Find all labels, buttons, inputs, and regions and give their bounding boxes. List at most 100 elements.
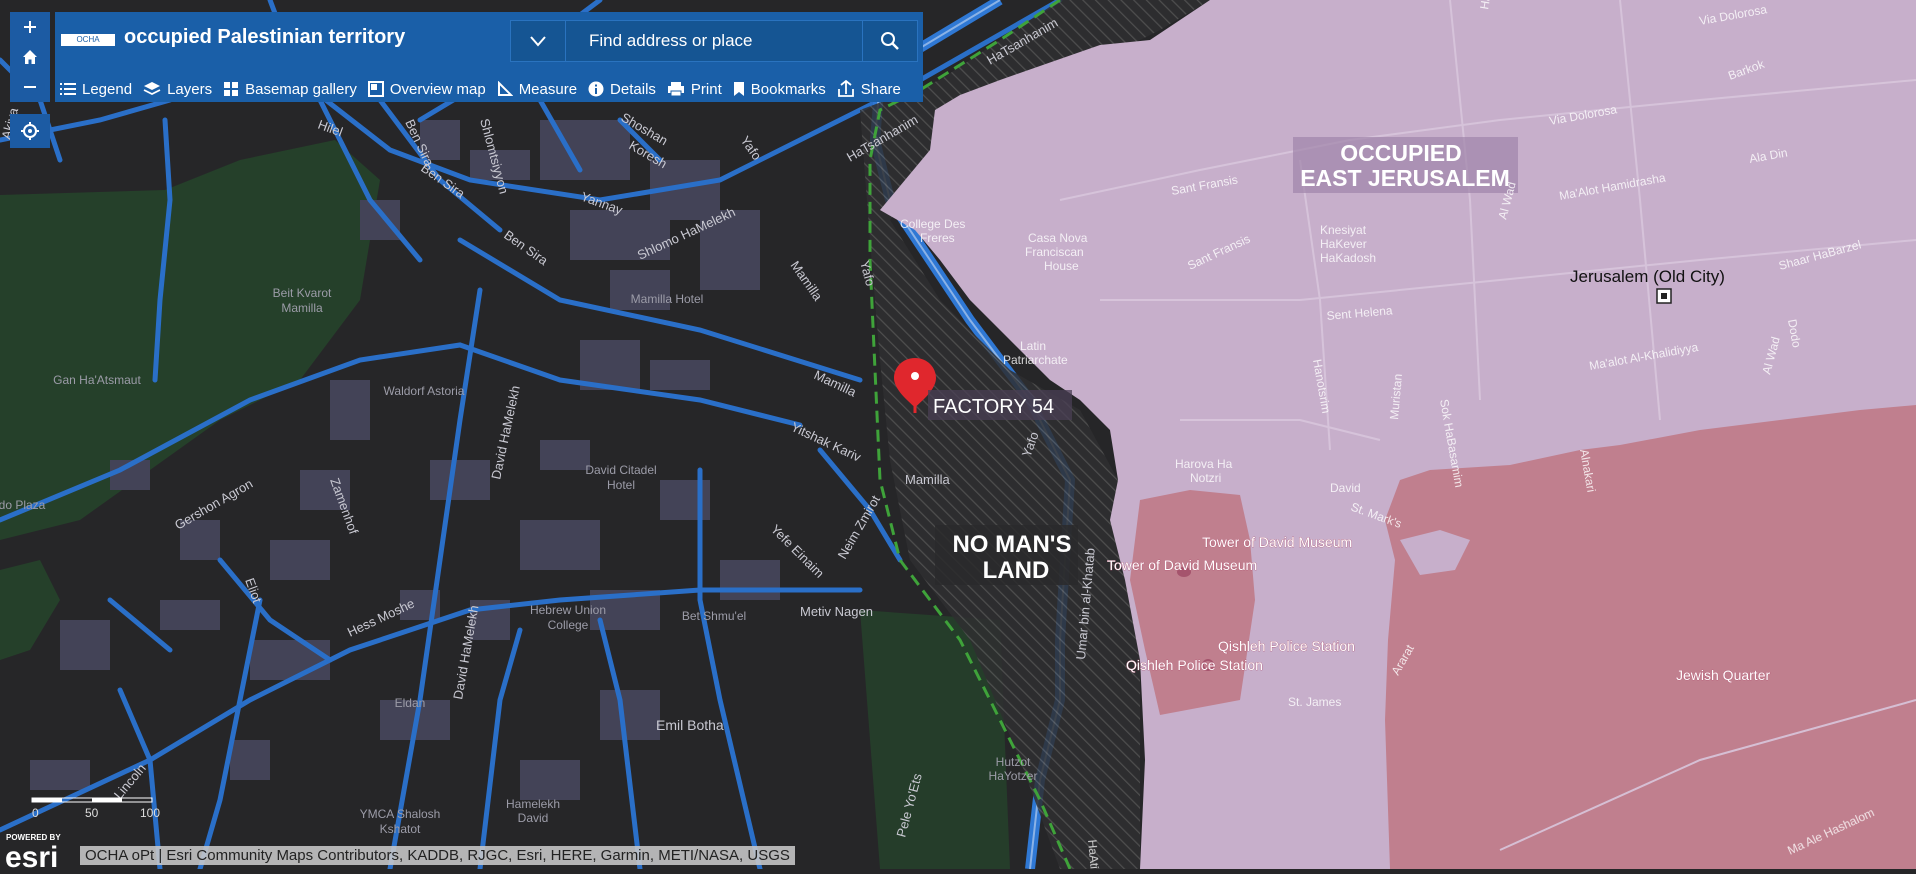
poi-label: Latin	[1020, 339, 1046, 353]
poi-label: Knesiyat	[1320, 223, 1367, 237]
home-icon	[23, 50, 37, 64]
old-city-point[interactable]	[1656, 288, 1672, 304]
qishleh-label-1: Qishleh Police Station	[1218, 638, 1355, 654]
poi-label: Hutzot	[996, 755, 1031, 769]
scale-bar: 0 50 100m	[30, 795, 170, 825]
layers-label: Layers	[167, 80, 213, 98]
legend-label: Legend	[82, 80, 133, 98]
app-title: occupied Palestinian territory	[124, 26, 406, 48]
street-label: David	[1330, 481, 1361, 495]
zoom-in-button[interactable]	[10, 12, 50, 42]
layers-button[interactable]: Layers	[143, 81, 212, 98]
scale-tick-0: 0	[32, 806, 39, 820]
legend-button[interactable]: Legend	[60, 81, 132, 98]
bookmarks-button[interactable]: Bookmarks	[733, 81, 826, 98]
poi-label: Notzri	[1190, 471, 1221, 485]
ocha-logo: OCHA	[61, 34, 115, 46]
poi-label: Hamelekh	[506, 797, 560, 811]
overview-map-button[interactable]: Overview map	[367, 80, 486, 98]
factory-label: FACTORY 54	[933, 396, 1054, 418]
print-label: Print	[690, 80, 722, 98]
esri-logo[interactable]: POWERED BY esri	[0, 829, 80, 874]
share-label: Share	[860, 80, 901, 98]
overview-map-label: Overview map	[389, 80, 486, 98]
minus-icon	[24, 86, 36, 88]
search-input[interactable]: Find address or place	[589, 31, 752, 51]
share-button[interactable]: Share	[837, 80, 901, 98]
street-label: Emil Botha	[656, 717, 724, 733]
poi-label: Eldan	[395, 696, 426, 710]
poi-label: Hotel	[607, 478, 635, 492]
bookmark-icon	[733, 82, 744, 96]
poi-label: Beit Kvarot	[273, 286, 332, 300]
poi-label: David Citadel	[585, 463, 656, 477]
basemap-gallery-button[interactable]: Basemap gallery	[223, 81, 357, 98]
esri-wordmark: esri	[5, 841, 58, 869]
basemap-gallery-label: Basemap gallery	[245, 80, 357, 98]
layers-icon	[143, 82, 161, 96]
list-icon	[60, 83, 76, 95]
occupied-label-line2: EAST JERUSALEM	[1300, 165, 1510, 191]
home-button[interactable]	[10, 42, 50, 72]
search-bar[interactable]: Find address or place	[510, 20, 918, 62]
poi-label: HaKadosh	[1320, 251, 1376, 265]
poi-label: House	[1044, 259, 1079, 273]
scale-tick-100: 100m	[140, 806, 160, 820]
nomans-label-line1: NO MAN'S	[952, 531, 1071, 558]
poi-label: YMCA Shalosh	[360, 807, 441, 821]
jewish-quarter-label: Jewish Quarter	[1676, 667, 1770, 683]
chevron-down-icon	[530, 36, 546, 47]
qishleh-label-2: Qishleh Police Station	[1126, 657, 1263, 673]
poi-label: Franciscan	[1025, 245, 1084, 259]
bookmarks-label: Bookmarks	[750, 80, 826, 98]
occupied-label-line1: OCCUPIED	[1340, 140, 1461, 166]
poi-label: Kshatot	[380, 822, 421, 836]
details-label: Details	[610, 80, 656, 98]
info-icon	[588, 81, 604, 97]
app-header: OCHA occupied Palestinian territory Find…	[55, 12, 923, 102]
search-button[interactable]	[862, 21, 917, 61]
street-label: St. James	[1288, 695, 1341, 709]
poi-label: do Plaza	[0, 498, 46, 512]
tower-david-label-1: Tower of David Museum	[1202, 534, 1352, 550]
poi-label: Freres	[920, 231, 955, 245]
poi-label: HaYotzer	[989, 769, 1038, 783]
poi-label: David	[518, 811, 549, 825]
overview-icon	[367, 81, 384, 97]
measure-label: Measure	[518, 80, 578, 98]
poi-label: HaKever	[1320, 237, 1367, 251]
poi-label: Harova Ha	[1175, 457, 1233, 471]
poi-label: Gan Ha'Atsmaut	[53, 373, 141, 387]
scale-tick-50: 50	[85, 806, 99, 820]
attribution-text[interactable]: OCHA oPt | Esri Community Maps Contribut…	[80, 846, 795, 865]
poi-label: Mamilla	[281, 301, 323, 315]
poi-label: Waldorf Astoria	[384, 384, 465, 398]
zoom-controls	[10, 12, 50, 102]
poi-label: Casa Nova	[1028, 231, 1088, 245]
street-label: Metiv Nagen	[800, 604, 873, 619]
grid-icon	[224, 82, 239, 96]
poi-label: Patriarchate	[1003, 353, 1068, 367]
search-source-dropdown[interactable]	[511, 21, 566, 61]
share-icon	[837, 80, 854, 97]
toolbar: Legend Layers Basemap gallery Overview m…	[55, 76, 907, 102]
search-icon	[881, 32, 899, 50]
details-button[interactable]: Details	[588, 81, 656, 98]
poi-label: Hebrew Union	[530, 603, 606, 617]
print-button[interactable]: Print	[667, 81, 722, 98]
street-label: HaAtiv'a	[1085, 839, 1103, 869]
map-canvas[interactable]: FACTORY 54 OCCUPIED EAST JERUSALEM NO MA…	[0, 0, 1916, 869]
ruler-icon	[497, 81, 513, 96]
measure-button[interactable]: Measure	[497, 81, 577, 98]
zoom-out-button[interactable]	[10, 72, 50, 102]
poi-label: College	[548, 618, 589, 632]
tower-david-label-2: Tower of David Museum	[1107, 557, 1257, 573]
poi-label: Bet Shmu'el	[682, 609, 746, 623]
plus-icon	[24, 21, 36, 33]
old-city-label: Jerusalem (Old City)	[1570, 267, 1725, 286]
locate-button[interactable]	[10, 114, 50, 148]
street-label: Mamilla	[905, 472, 951, 487]
locate-icon	[21, 122, 39, 140]
poi-label: College Des	[900, 217, 965, 231]
title-row: OCHA occupied Palestinian territory Find…	[55, 12, 923, 66]
